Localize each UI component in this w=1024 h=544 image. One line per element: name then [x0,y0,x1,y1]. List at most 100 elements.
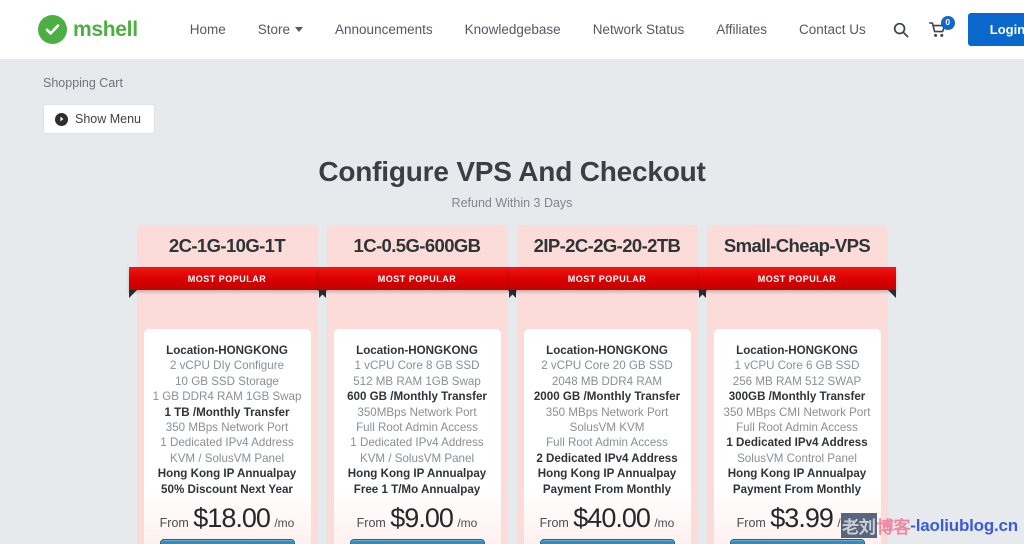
price-row: From $40.00 /mo [528,497,687,539]
feature-item: 1 Dedicated IPv4 Address [350,436,484,450]
plan-title: 2C-1G-10G-1T [168,235,286,256]
price-unit: /mo [654,516,675,531]
price-row: From $9.00 /mo [338,497,497,539]
feature-item: Hong Kong IP Annualpay [537,467,677,481]
nav-item-knowledgebase[interactable]: Knowledgebase [449,22,577,37]
feature-item: Location-HONGKONG [166,344,288,357]
feature-item: 2 vCPU Core 20 GB SSD [541,359,673,373]
nav-item-affiliates[interactable]: Affiliates [700,22,783,37]
nav-label: Affiliates [716,22,768,37]
site-header: mshell Home Store Announcements Knowledg… [0,0,1024,59]
plan-body: Location-HONGKONG 2 vCPU Core 20 GB SSD … [523,329,691,544]
page-title: Configure VPS And Checkout [318,156,706,187]
plan-body: Location-HONGKONG 2 vCPU DIy Configure 1… [143,329,311,544]
ribbon-label: MOST POPULAR [187,273,267,284]
nav-label: Home [189,22,226,37]
ribbon-label: MOST POPULAR [567,273,647,284]
cart-count-badge: 0 [940,15,955,30]
ribbon-label: MOST POPULAR [757,273,837,284]
feature-item: 1 vCPU Core 8 GB SSD [354,359,480,373]
feature-item: 350 MBps Network Port [165,421,289,435]
nav-label: Contact Us [799,22,866,37]
pricing-card: 2IP-2C-2G-20-2TB MOST POPULAR Location-H… [508,225,706,544]
feature-item: 50% Discount Next Year [161,482,293,496]
feature-item: 512 MB RAM 1GB Swap [353,374,481,388]
pricing-card: Small-Cheap-VPS MOST POPULAR Location-HO… [698,225,896,544]
price-unit: /mo [457,516,478,531]
ribbon-label: MOST POPULAR [377,273,457,284]
price-prefix: From [539,516,569,531]
feature-item: Hong Kong IP Annualpay [157,467,297,481]
check-circle-icon [38,15,67,44]
plan-title: 2IP-2C-2G-20-2TB [533,235,681,256]
feature-item: Location-HONGKONG [736,344,858,357]
plan-title: Small-Cheap-VPS [723,235,871,256]
order-now-button[interactable]: Order Now [349,539,485,544]
feature-item: 350MBps Network Port [357,405,477,419]
logo-text: mshell [73,17,138,41]
feature-list: Location-HONGKONG 1 vCPU Core 8 GB SSD 5… [338,343,497,497]
site-logo[interactable]: mshell [38,15,138,44]
feature-item: Hong Kong IP Annualpay [727,467,867,481]
feature-item: SolusVM KVM [569,421,645,435]
price-prefix: From [356,516,386,531]
search-icon[interactable] [882,11,920,49]
feature-item: 1 vCPU Core 6 GB SSD [734,359,860,373]
feature-item: 1 GB DDR4 RAM 1GB Swap [152,390,302,404]
feature-item: 350 MBps CMI Network Port [723,405,871,419]
shopping-cart-icon[interactable]: 0 [920,11,958,49]
subbar: Shopping Cart Show Menu [0,59,1024,134]
order-now-button[interactable]: Order Now [729,539,865,544]
order-now-button[interactable]: Order Now [159,539,295,544]
feature-item: 1 TB /Monthly Transfer [164,405,290,419]
nav-item-network-status[interactable]: Network Status [577,22,701,37]
nav-label: Store [257,22,291,37]
nav-item-contact-us[interactable]: Contact Us [783,22,882,37]
chevron-down-icon [295,27,304,32]
most-popular-ribbon: MOST POPULAR [698,267,896,298]
plan-body: Location-HONGKONG 1 vCPU Core 6 GB SSD 2… [713,329,881,544]
feature-item: 300GB /Monthly Transfer [728,390,866,404]
main-navigation: Home Store Announcements Knowledgebase N… [174,22,882,37]
feature-item: 2000 GB /Monthly Transfer [533,390,681,404]
price-row: From $18.00 /mo [148,497,307,539]
price-amount: $9.00 [390,503,454,534]
most-popular-ribbon: MOST POPULAR [318,267,516,298]
most-popular-ribbon: MOST POPULAR [508,267,706,298]
plan-body: Location-HONGKONG 1 vCPU Core 8 GB SSD 5… [333,329,501,544]
pricing-card: 2C-1G-10G-1T MOST POPULAR Location-HONGK… [128,225,326,544]
page-subtitle: Refund Within 3 Days [451,196,573,210]
feature-item: 10 GB SSD Storage [175,374,279,388]
feature-item: Full Root Admin Access [546,436,668,450]
feature-item: 1 Dedicated IPv4 Address [160,436,294,450]
nav-label: Announcements [335,22,433,37]
breadcrumb: Shopping Cart [43,76,123,90]
nav-item-home[interactable]: Home [174,22,242,37]
most-popular-ribbon: MOST POPULAR [128,267,326,298]
feature-item: Hong Kong IP Annualpay [347,467,487,481]
show-menu-button[interactable]: Show Menu [43,104,156,134]
feature-item: Location-HONGKONG [356,344,478,357]
feature-item: KVM / SolusVM Panel [359,451,475,465]
feature-item: Payment From Monthly [732,482,862,496]
order-now-button[interactable]: Order Now [539,539,675,544]
header-actions: 0 Login Register [882,11,1024,49]
feature-item: 2 Dedicated IPv4 Address [536,451,678,465]
price-amount: $3.99 [770,503,834,534]
nav-item-announcements[interactable]: Announcements [319,22,449,37]
nav-item-store[interactable]: Store [242,22,319,37]
feature-list: Location-HONGKONG 2 vCPU DIy Configure 1… [148,343,307,497]
pricing-card: 1C-0.5G-600GB MOST POPULAR Location-HONG… [318,225,516,544]
price-unit: /mo [274,516,295,531]
price-unit: /mo [837,516,858,531]
feature-item: SolusVM Control Panel [737,451,857,465]
arrow-right-circle-icon [55,112,68,126]
price-row: From $3.99 /mo [718,497,877,539]
feature-list: Location-HONGKONG 2 vCPU Core 20 GB SSD … [528,343,687,497]
feature-item: Location-HONGKONG [546,344,668,357]
price-prefix: From [159,516,189,531]
feature-item: Full Root Admin Access [356,421,478,435]
feature-list: Location-HONGKONG 1 vCPU Core 6 GB SSD 2… [718,343,877,497]
login-button[interactable]: Login [967,13,1024,46]
plan-title: 1C-0.5G-600GB [353,235,482,256]
